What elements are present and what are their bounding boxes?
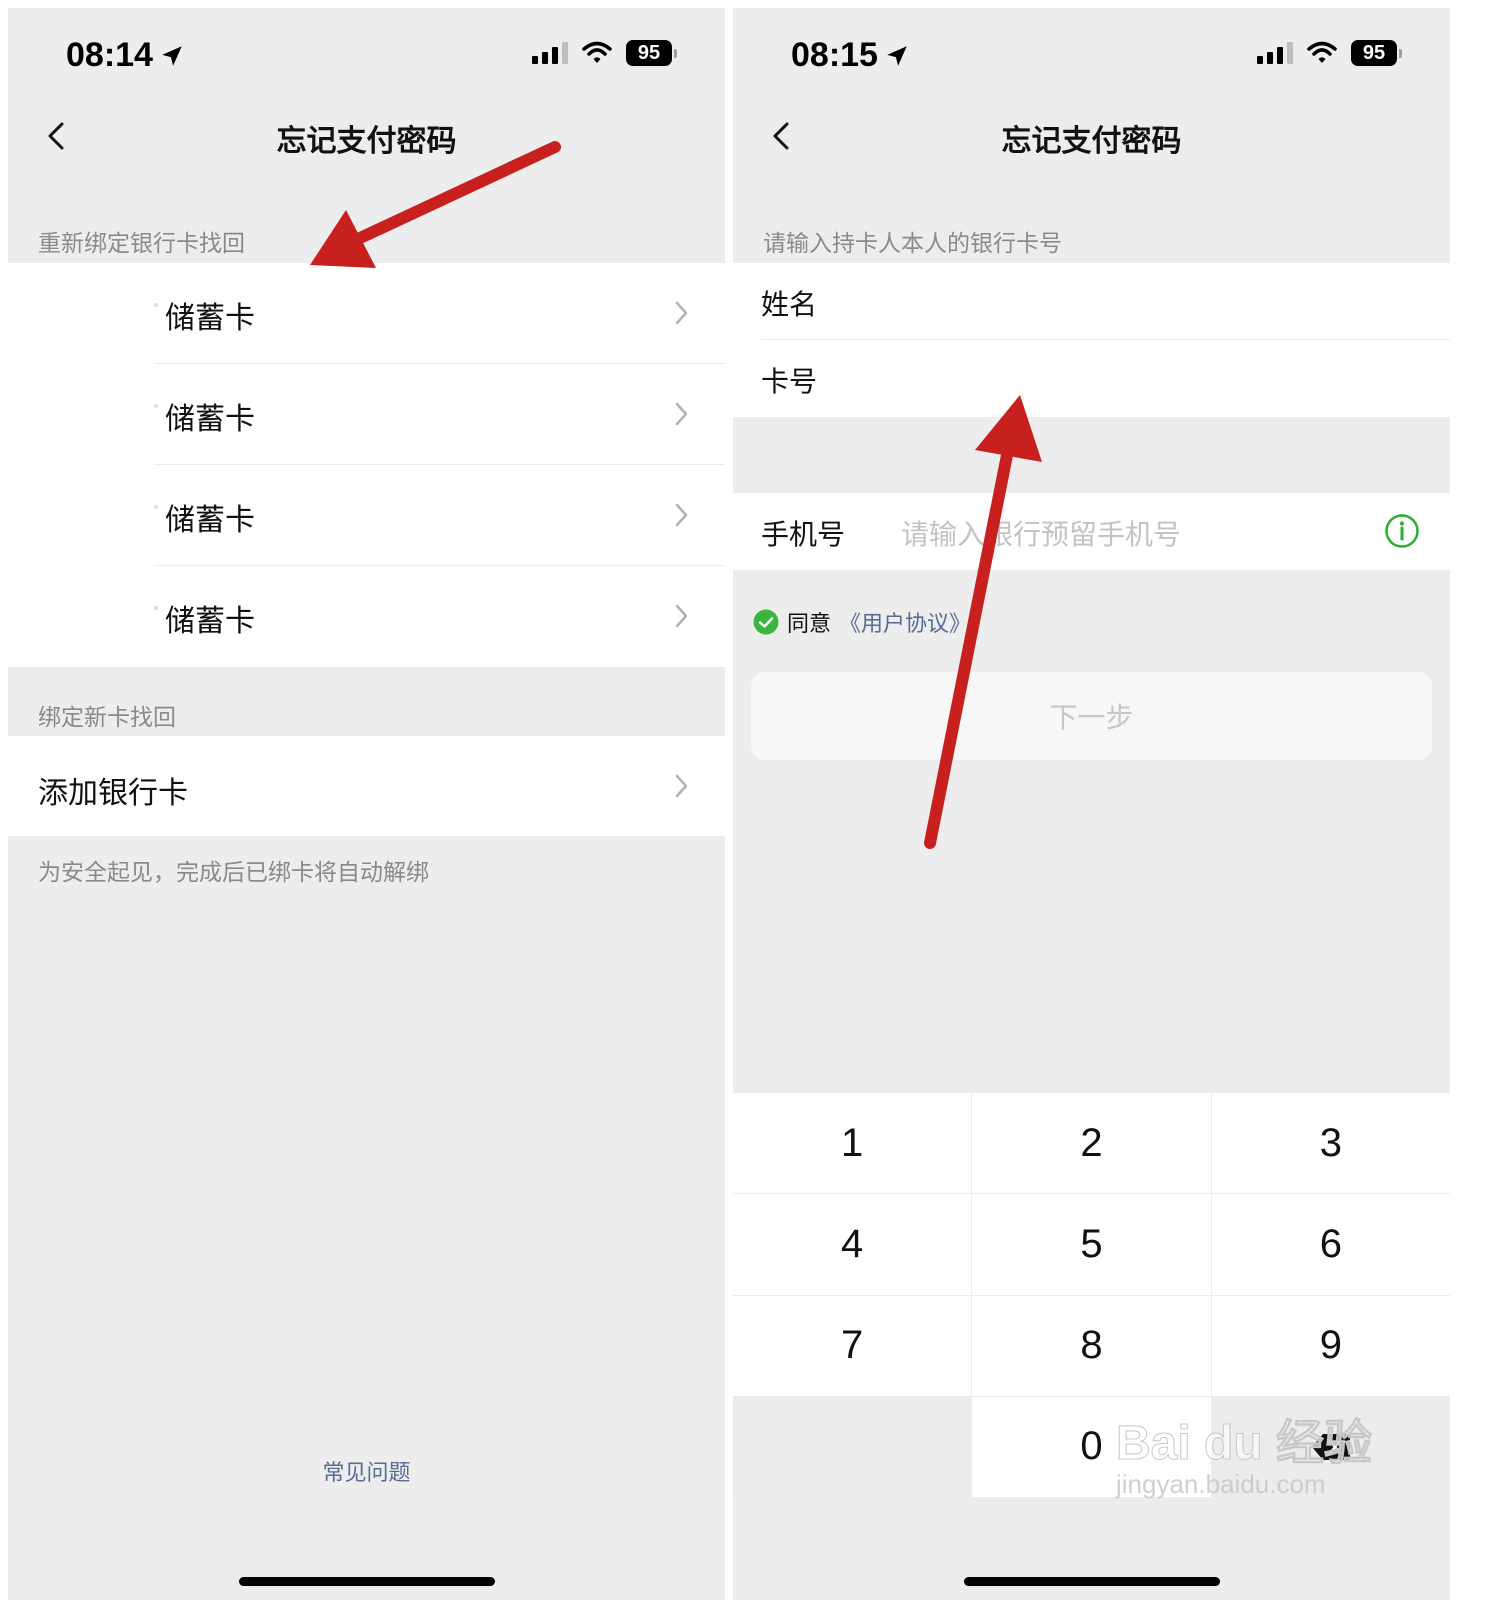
chevron-right-icon — [675, 774, 688, 798]
wifi-icon — [1307, 41, 1337, 63]
info-icon[interactable] — [1384, 513, 1420, 549]
check-circle-icon[interactable] — [753, 609, 779, 635]
watermark: Bai du 经验 jingyan.baidu.com — [1115, 1403, 1373, 1500]
phone-placeholder[interactable]: 请输入银行预留手机号 — [901, 513, 1181, 553]
page-title: 忘记支付密码 — [276, 124, 457, 159]
battery-level: 95 — [1351, 40, 1397, 66]
card-label: 储蓄卡 — [165, 503, 255, 538]
faq-link[interactable]: 常见问题 — [8, 1455, 725, 1487]
name-field[interactable]: 姓名 — [733, 263, 1450, 340]
section-label-card-input: 请输入持卡人本人的银行卡号 — [763, 231, 1062, 257]
chevron-right-icon — [675, 402, 688, 426]
status-time-wrap: 08:15 — [791, 36, 910, 75]
key-7[interactable]: 7 — [733, 1295, 972, 1396]
battery-icon: 95 — [1351, 40, 1402, 66]
card-number-label: 卡号 — [761, 365, 818, 398]
status-time-wrap: 08:14 — [66, 36, 185, 75]
card-row[interactable]: 储蓄卡 — [8, 263, 725, 364]
card-number-field[interactable]: 卡号 — [733, 340, 1450, 417]
status-time: 08:14 — [66, 36, 153, 74]
key-8[interactable]: 8 — [972, 1295, 1211, 1396]
chevron-right-icon — [675, 301, 688, 325]
key-6[interactable]: 6 — [1211, 1194, 1450, 1295]
section-label-rebind: 重新绑定银行卡找回 — [38, 231, 245, 257]
location-arrow-icon — [887, 45, 907, 66]
card-number-mask — [154, 303, 158, 307]
card-label: 储蓄卡 — [165, 604, 255, 639]
nav-bar: 忘记支付密码 — [8, 108, 725, 164]
signal-icon — [1257, 42, 1293, 64]
battery-icon: 95 — [626, 40, 677, 66]
card-number-mask — [154, 404, 158, 408]
key-empty — [733, 1396, 972, 1497]
page-title: 忘记支付密码 — [1001, 124, 1182, 159]
card-label: 储蓄卡 — [165, 402, 255, 437]
left-screen: 08:14 95 忘记支付密码 重新绑定银行卡找回 储蓄卡 储蓄卡 储蓄卡 储蓄… — [8, 8, 725, 1600]
right-screen: 08:15 95 忘记支付密码 请输入持卡人本人的银行卡号 姓名 卡号 手机号 … — [733, 8, 1450, 1600]
key-3[interactable]: 3 — [1211, 1093, 1450, 1194]
status-icons: 95 — [1257, 40, 1402, 66]
key-1[interactable]: 1 — [733, 1093, 972, 1194]
nav-bar: 忘记支付密码 — [733, 108, 1450, 164]
status-bar: 08:14 95 — [8, 8, 725, 108]
key-2[interactable]: 2 — [972, 1093, 1211, 1194]
key-4[interactable]: 4 — [733, 1194, 972, 1295]
add-bank-card-label: 添加银行卡 — [38, 776, 188, 811]
agreement-row[interactable]: 同意 《用户协议》 — [753, 606, 971, 638]
card-row[interactable]: 储蓄卡 — [8, 465, 725, 566]
wifi-icon — [582, 41, 612, 63]
chevron-right-icon — [675, 604, 688, 628]
user-agreement-link[interactable]: 《用户协议》 — [839, 606, 971, 638]
security-hint: 为安全起见，完成后已绑卡将自动解绑 — [38, 860, 429, 886]
key-5[interactable]: 5 — [972, 1194, 1211, 1295]
watermark-logo-text: Bai du 经验 — [1115, 1417, 1373, 1471]
home-indicator[interactable] — [238, 1577, 495, 1586]
battery-level: 95 — [626, 40, 672, 66]
chevron-right-icon — [675, 503, 688, 527]
key-9[interactable]: 9 — [1211, 1295, 1450, 1396]
status-time: 08:15 — [791, 36, 878, 74]
phone-field[interactable]: 手机号 请输入银行预留手机号 — [733, 493, 1450, 570]
add-bank-card-row[interactable]: 添加银行卡 — [8, 736, 725, 836]
signal-icon — [532, 42, 568, 64]
card-form: 姓名 卡号 — [733, 263, 1450, 417]
status-bar: 08:15 95 — [733, 8, 1450, 108]
card-number-mask — [154, 505, 158, 509]
card-list: 储蓄卡 储蓄卡 储蓄卡 储蓄卡 — [8, 263, 725, 667]
status-icons: 95 — [532, 40, 677, 66]
section-label-new-card: 绑定新卡找回 — [38, 705, 176, 731]
agree-text: 同意 — [787, 612, 832, 637]
next-button[interactable]: 下一步 — [751, 672, 1432, 760]
phone-label: 手机号 — [761, 518, 846, 551]
card-label: 储蓄卡 — [165, 301, 255, 336]
watermark-url: jingyan.baidu.com — [1116, 1469, 1326, 1499]
card-row[interactable]: 储蓄卡 — [8, 364, 725, 465]
name-label: 姓名 — [761, 288, 818, 321]
home-indicator[interactable] — [963, 1577, 1220, 1586]
card-row[interactable]: 储蓄卡 — [8, 566, 725, 667]
card-number-mask — [154, 606, 158, 610]
location-arrow-icon — [162, 45, 182, 66]
